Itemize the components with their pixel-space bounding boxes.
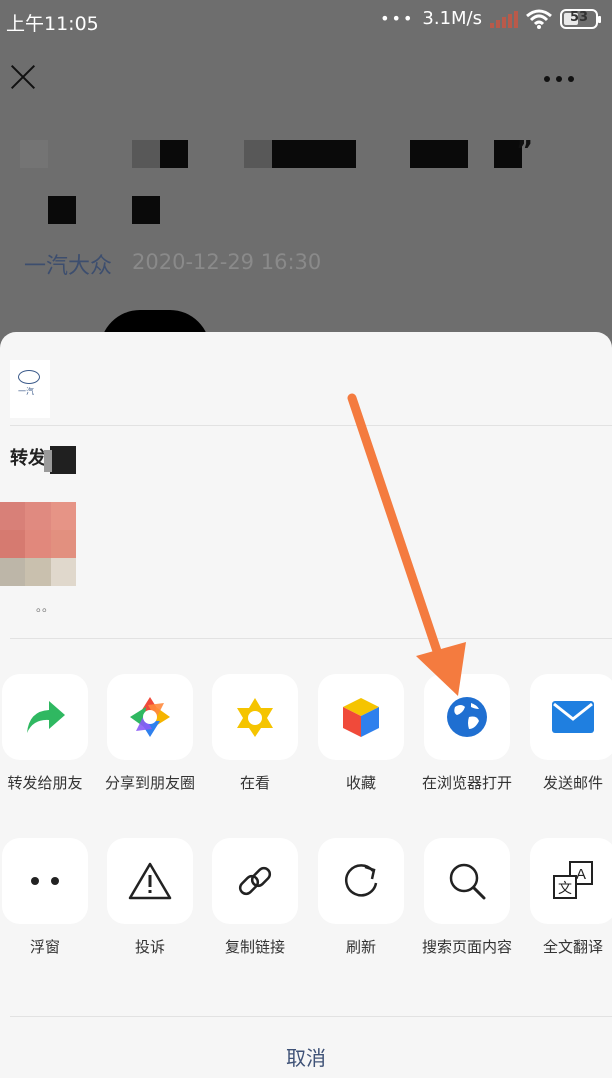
share-sheet: 一汽 转发 。。 转发给朋友 分享到朋友圈 在看 收藏 在浏览器打开 发送邮件 … — [0, 332, 612, 1078]
forward-preview-label: 转发 — [10, 448, 46, 469]
article-page: 上午11:05 ••• 3.1M/s 53 ” 一汽大众 2020-12-29 … — [0, 0, 612, 330]
divider — [10, 425, 612, 426]
cancel-button[interactable]: 取消 — [0, 1042, 612, 1071]
moments-aperture-icon — [107, 674, 193, 760]
globe-icon — [424, 674, 510, 760]
float-window-icon — [2, 838, 88, 924]
action-label: 搜索页面内容 — [421, 938, 512, 956]
preview-dots: 。。 — [36, 600, 55, 614]
translate-icon: A 文 — [530, 838, 612, 924]
more-options-icon[interactable] — [544, 76, 574, 82]
notification-dots: ••• — [380, 9, 415, 28]
action-label: 在浏览器打开 — [421, 774, 512, 792]
action-label: 浮窗 — [29, 938, 60, 956]
status-indicators: ••• 3.1M/s 53 — [380, 8, 601, 29]
network-speed: 3.1M/s — [422, 8, 482, 29]
copy-link-button[interactable]: 复制链接 — [202, 838, 308, 958]
send-email-button[interactable]: 发送邮件 — [520, 674, 612, 794]
refresh-icon — [318, 838, 404, 924]
divider — [10, 638, 612, 639]
svg-text:文: 文 — [558, 881, 572, 897]
redacted-block — [20, 140, 48, 168]
title-quote-mark: ” — [516, 136, 534, 166]
close-icon[interactable] — [10, 64, 36, 90]
divider — [10, 1016, 612, 1017]
article-date: 2020-12-29 16:30 — [132, 250, 322, 274]
action-label: 投诉 — [134, 938, 165, 956]
redacted-block — [132, 140, 162, 168]
forward-arrow-icon — [2, 674, 88, 760]
signal-icon — [490, 10, 518, 28]
battery-level: 53 — [569, 9, 589, 25]
favorites-button[interactable]: 收藏 — [308, 674, 414, 794]
brand-logo-icon — [18, 370, 40, 384]
blurred-image-thumbnail — [0, 502, 76, 586]
share-to-moments-button[interactable]: 分享到朋友圈 — [97, 674, 203, 794]
svg-text:A: A — [576, 866, 586, 883]
article-thumbnail: 一汽 — [10, 360, 50, 418]
redacted-block — [132, 196, 160, 224]
forward-preview-text: 转发 — [10, 444, 46, 470]
favorites-cube-icon — [318, 674, 404, 760]
status-time: 上午11:05 — [6, 13, 99, 35]
action-label: 刷新 — [345, 938, 376, 956]
battery-icon: 53 — [560, 8, 601, 29]
link-icon — [212, 838, 298, 924]
redacted-block — [50, 446, 76, 474]
redacted-block — [272, 140, 356, 168]
forward-to-friend-button[interactable]: 转发给朋友 — [0, 674, 98, 794]
action-label: 转发给朋友 — [7, 774, 83, 792]
wifi-icon — [526, 9, 552, 29]
float-window-button[interactable]: 浮窗 — [0, 838, 98, 958]
search-page-button[interactable]: 搜索页面内容 — [414, 838, 520, 958]
warning-icon — [107, 838, 193, 924]
redacted-block — [44, 450, 52, 472]
translate-button[interactable]: A 文 全文翻译 — [520, 838, 612, 958]
refresh-button[interactable]: 刷新 — [308, 838, 414, 958]
brand-logo-text: 一汽 — [18, 387, 34, 396]
redacted-block — [410, 140, 468, 168]
action-label: 分享到朋友圈 — [104, 774, 195, 792]
status-bar: 上午11:05 ••• 3.1M/s 53 — [0, 0, 612, 40]
article-author[interactable]: 一汽大众 — [24, 248, 112, 280]
action-label: 在看 — [239, 774, 270, 792]
action-label: 发送邮件 — [542, 774, 603, 792]
mail-icon — [530, 674, 612, 760]
redacted-block — [160, 140, 188, 168]
action-label: 全文翻译 — [542, 938, 603, 956]
action-label: 收藏 — [345, 774, 376, 792]
redacted-block — [48, 196, 76, 224]
wow-button[interactable]: 在看 — [202, 674, 308, 794]
wow-star-icon — [212, 674, 298, 760]
redacted-block — [244, 140, 274, 168]
open-in-browser-button[interactable]: 在浏览器打开 — [414, 674, 520, 794]
search-icon — [424, 838, 510, 924]
report-button[interactable]: 投诉 — [97, 838, 203, 958]
action-label: 复制链接 — [224, 938, 285, 956]
